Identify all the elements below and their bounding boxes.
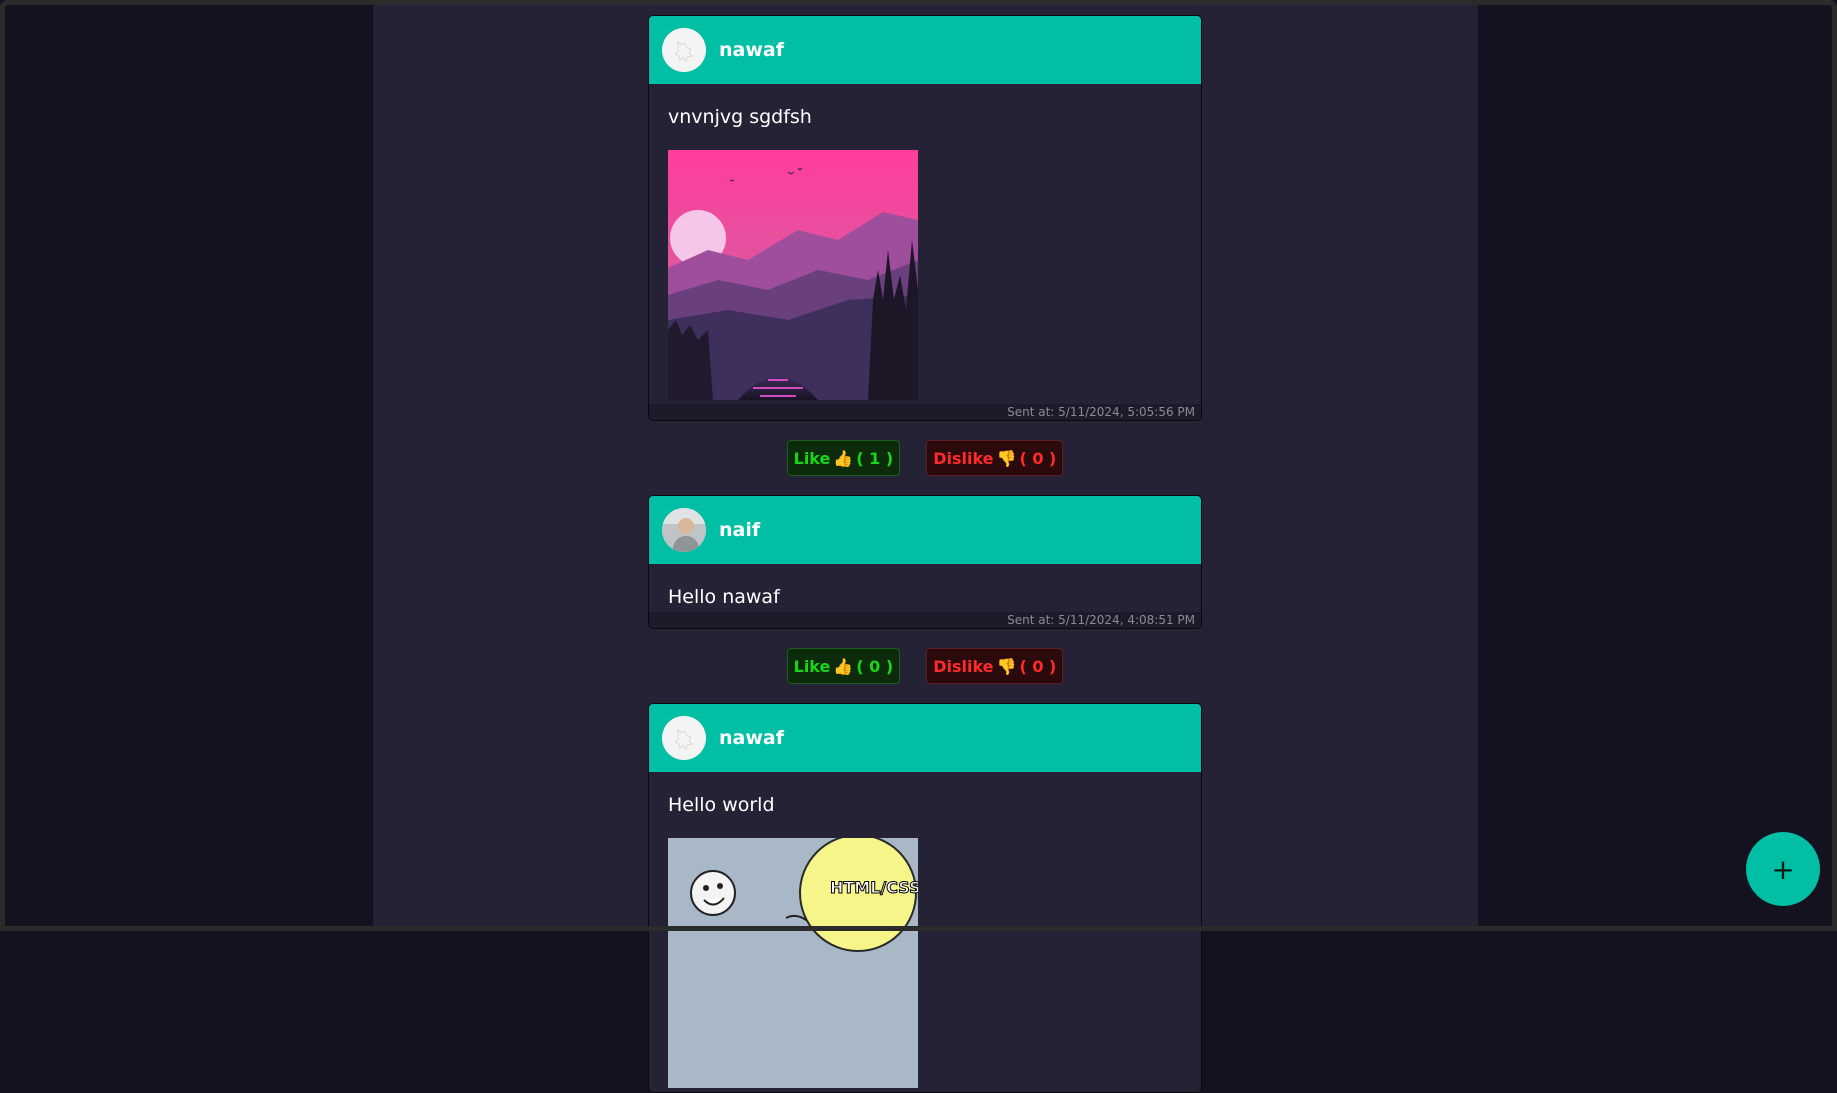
post-card: naif Hello nawaf Sent at: 5/11/2024, 4:0… — [648, 495, 1202, 629]
post-timestamp: Sent at: 5/11/2024, 4:08:51 PM — [649, 612, 1201, 628]
post-header: nawaf — [649, 704, 1201, 772]
reaction-bar: Like 👍 ( 1 ) Dislike 👎 ( 0 ) — [648, 432, 1202, 484]
add-post-button[interactable]: + — [1746, 832, 1820, 906]
like-label: Like — [793, 656, 831, 676]
dislike-label: Dislike — [933, 656, 994, 676]
post-body: Hello nawaf — [649, 564, 1201, 612]
post-body: Hello world HTML/CSS — [649, 772, 1201, 1092]
avatar[interactable] — [662, 28, 706, 72]
like-button[interactable]: Like 👍 ( 0 ) — [786, 648, 901, 684]
thumbs-down-icon: 👎 — [996, 448, 1017, 468]
post-header: nawaf — [649, 16, 1201, 84]
reaction-bar: Like 👍 ( 0 ) Dislike 👎 ( 0 ) — [648, 640, 1202, 692]
dislike-count: ( 0 ) — [1019, 448, 1057, 468]
dislike-count: ( 0 ) — [1019, 656, 1057, 676]
post-header: naif — [649, 496, 1201, 564]
post-image[interactable]: HTML/CSS — [668, 838, 918, 1088]
thumbs-up-icon: 👍 — [833, 656, 854, 676]
avatar[interactable] — [662, 716, 706, 760]
avatar-image — [662, 28, 706, 72]
dislike-button[interactable]: Dislike 👎 ( 0 ) — [926, 440, 1064, 476]
post-username[interactable]: nawaf — [719, 39, 784, 61]
like-label: Like — [793, 448, 831, 468]
post-text: vnvnjvg sgdfsh — [668, 106, 812, 128]
like-count: ( 1 ) — [856, 448, 894, 468]
post-text: Hello nawaf — [668, 586, 780, 608]
post-username[interactable]: nawaf — [719, 727, 784, 749]
post-username[interactable]: naif — [719, 519, 760, 541]
avatar-image — [662, 716, 706, 760]
dislike-button[interactable]: Dislike 👎 ( 0 ) — [926, 648, 1064, 684]
plus-icon: + — [1771, 852, 1795, 886]
post-text: Hello world — [668, 794, 775, 816]
like-count: ( 0 ) — [856, 656, 894, 676]
meme-caption: HTML/CSS — [830, 878, 918, 897]
like-button[interactable]: Like 👍 ( 1 ) — [786, 440, 901, 476]
post-body: vnvnjvg sgdfsh — [649, 84, 1201, 404]
avatar[interactable] — [662, 508, 706, 552]
post-timestamp: Sent at: 5/11/2024, 5:05:56 PM — [649, 404, 1201, 420]
thumbs-down-icon: 👎 — [996, 656, 1017, 676]
thumbs-up-icon: 👍 — [833, 448, 854, 468]
post-card: nawaf Hello world HTML/CSS — [648, 703, 1202, 1093]
post-card: nawaf vnvnjvg sgdfsh Sent at: 5/11/2024,… — [648, 15, 1202, 421]
post-feed: nawaf vnvnjvg sgdfsh Sent at: 5/11/2024,… — [648, 15, 1202, 1093]
avatar-image — [662, 508, 706, 552]
post-image[interactable] — [668, 150, 918, 400]
dislike-label: Dislike — [933, 448, 994, 468]
